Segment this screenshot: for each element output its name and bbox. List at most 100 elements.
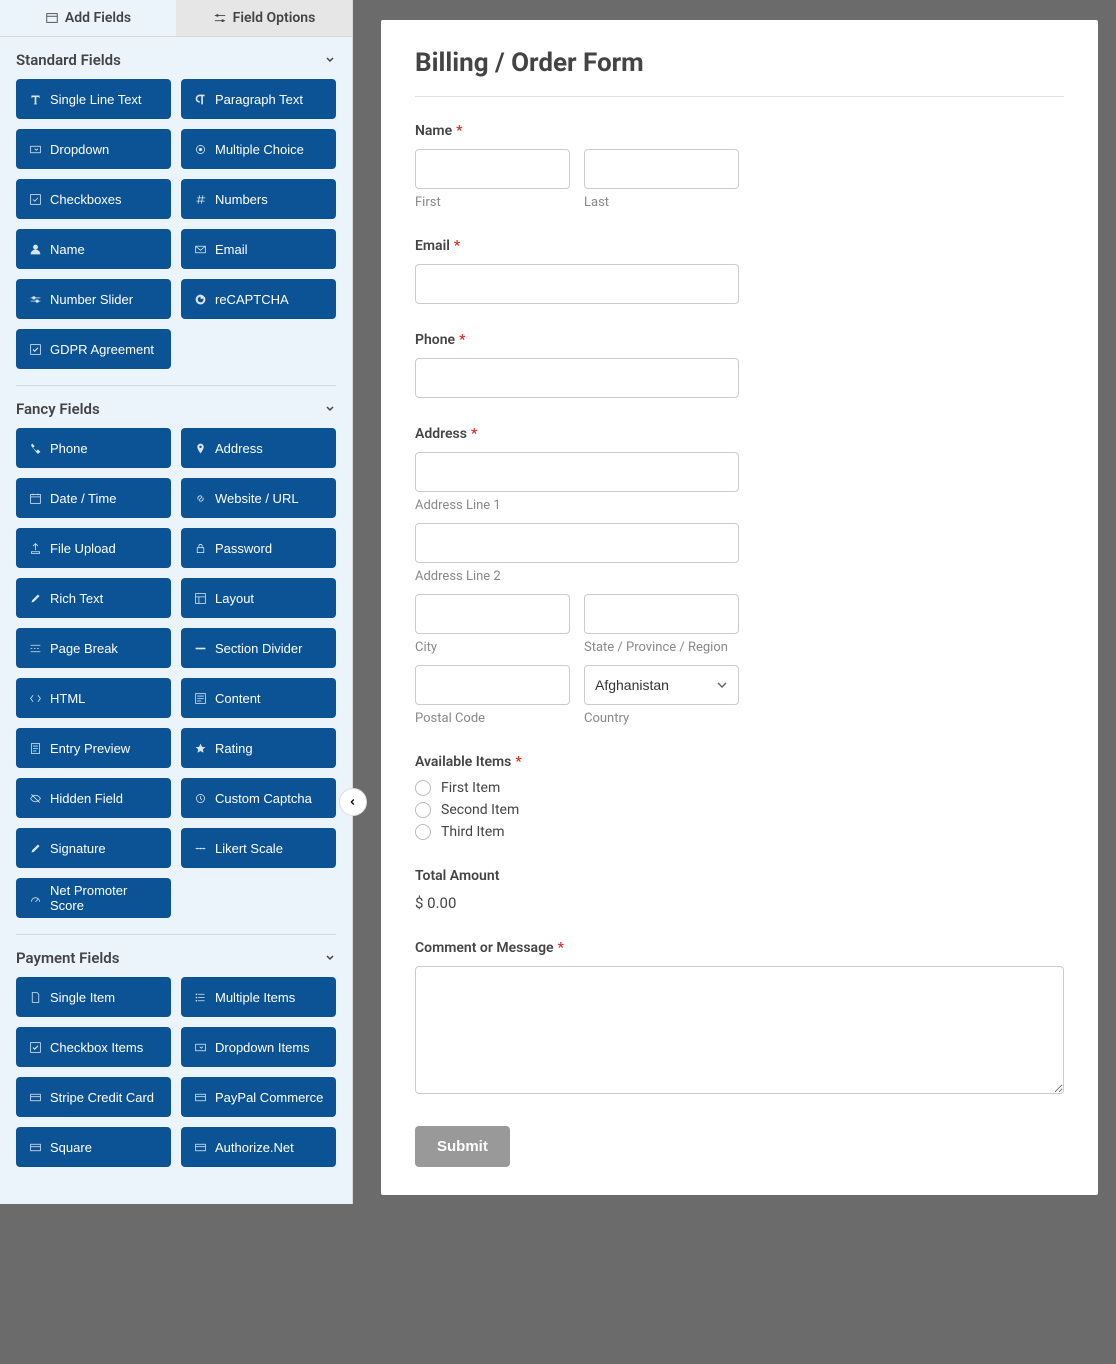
collapse-sidebar-button[interactable] — [339, 788, 367, 816]
section-title: Standard Fields — [16, 51, 121, 69]
field-custom-captcha[interactable]: Custom Captcha — [181, 778, 336, 818]
calendar-icon — [28, 491, 42, 505]
items-radio-group: First Item Second Item Third Item — [415, 780, 1064, 840]
field-hidden-field[interactable]: Hidden Field — [16, 778, 171, 818]
field-label: Square — [50, 1140, 92, 1155]
field-layout[interactable]: Layout — [181, 578, 336, 618]
check-icon — [28, 342, 42, 356]
field-recaptcha[interactable]: reCAPTCHA — [181, 279, 336, 319]
paragraph-icon — [193, 92, 207, 106]
comment-textarea[interactable] — [415, 966, 1064, 1094]
field-email[interactable]: Email — [181, 229, 336, 269]
state-input[interactable] — [584, 594, 739, 634]
section-header-standard[interactable]: Standard Fields — [0, 37, 352, 79]
field-multiple-items[interactable]: Multiple Items — [181, 977, 336, 1017]
field-single-line-text[interactable]: Single Line Text — [16, 79, 171, 119]
email-input[interactable] — [415, 264, 739, 304]
mail-icon — [193, 242, 207, 256]
layout-icon — [193, 591, 207, 605]
email-label: Email* — [415, 238, 1064, 254]
field-checkboxes[interactable]: Checkboxes — [16, 179, 171, 219]
field-html[interactable]: HTML — [16, 678, 171, 718]
form-canvas: Billing / Order Form Name* First Last Em… — [353, 0, 1116, 1204]
phone-input[interactable] — [415, 358, 739, 398]
field-label: Multiple Choice — [215, 142, 304, 157]
field-multiple-choice[interactable]: Multiple Choice — [181, 129, 336, 169]
field-signature[interactable]: Signature — [16, 828, 171, 868]
field-name[interactable]: Name — [16, 229, 171, 269]
lock-icon — [193, 541, 207, 555]
field-paypal[interactable]: PayPal Commerce — [181, 1077, 336, 1117]
radio-icon — [415, 780, 431, 796]
chevron-down-icon — [324, 54, 336, 66]
field-label: Content — [215, 691, 261, 706]
name-label: Name* — [415, 123, 1064, 139]
field-address: Address* Address Line 1 Address Line 2 C… — [415, 426, 1064, 726]
field-section-divider[interactable]: Section Divider — [181, 628, 336, 668]
radio-icon — [415, 824, 431, 840]
field-label: Rating — [215, 741, 253, 756]
chevron-down-icon — [324, 952, 336, 964]
star-icon — [193, 741, 207, 755]
field-numbers[interactable]: Numbers — [181, 179, 336, 219]
last-name-input[interactable] — [584, 149, 739, 189]
field-label: Signature — [50, 841, 106, 856]
radio-item[interactable]: First Item — [415, 780, 1064, 796]
field-email: Email* — [415, 238, 1064, 304]
field-stripe[interactable]: Stripe Credit Card — [16, 1077, 171, 1117]
chevron-left-icon — [348, 797, 358, 807]
postal-input[interactable] — [415, 665, 570, 705]
field-square[interactable]: Square — [16, 1127, 171, 1167]
address-label: Address* — [415, 426, 1064, 442]
field-likert-scale[interactable]: Likert Scale — [181, 828, 336, 868]
card-icon — [28, 1140, 42, 1154]
field-file-upload[interactable]: File Upload — [16, 528, 171, 568]
field-label: GDPR Agreement — [50, 342, 154, 357]
address-line2-input[interactable] — [415, 523, 739, 563]
field-checkbox-items[interactable]: Checkbox Items — [16, 1027, 171, 1067]
submit-button[interactable]: Submit — [415, 1126, 510, 1167]
field-date-time[interactable]: Date / Time — [16, 478, 171, 518]
address-line1-input[interactable] — [415, 452, 739, 492]
section-title: Payment Fields — [16, 949, 119, 967]
google-icon — [193, 292, 207, 306]
field-password[interactable]: Password — [181, 528, 336, 568]
field-label: Hidden Field — [50, 791, 123, 806]
tab-add-fields[interactable]: Add Fields — [0, 0, 176, 36]
field-entry-preview[interactable]: Entry Preview — [16, 728, 171, 768]
link-icon — [193, 491, 207, 505]
field-rating[interactable]: Rating — [181, 728, 336, 768]
city-input[interactable] — [415, 594, 570, 634]
field-rich-text[interactable]: Rich Text — [16, 578, 171, 618]
field-dropdown[interactable]: Dropdown — [16, 129, 171, 169]
tab-field-options[interactable]: Field Options — [176, 0, 352, 36]
field-label: Single Item — [50, 990, 115, 1005]
section-header-fancy[interactable]: Fancy Fields — [0, 386, 352, 428]
field-label: Likert Scale — [215, 841, 283, 856]
chevron-down-icon — [324, 403, 336, 415]
field-content[interactable]: Content — [181, 678, 336, 718]
checkbox-icon — [28, 192, 42, 206]
preview-icon — [28, 741, 42, 755]
field-dropdown-items[interactable]: Dropdown Items — [181, 1027, 336, 1067]
field-paragraph-text[interactable]: Paragraph Text — [181, 79, 336, 119]
section-header-payment[interactable]: Payment Fields — [0, 935, 352, 977]
radio-label: Third Item — [441, 824, 505, 840]
field-gdpr[interactable]: GDPR Agreement — [16, 329, 171, 369]
field-page-break[interactable]: Page Break — [16, 628, 171, 668]
field-net-promoter[interactable]: Net Promoter Score — [16, 878, 171, 918]
field-single-item[interactable]: Single Item — [16, 977, 171, 1017]
pencil-icon — [28, 841, 42, 855]
field-label: Numbers — [215, 192, 268, 207]
field-website-url[interactable]: Website / URL — [181, 478, 336, 518]
country-select[interactable]: Afghanistan — [584, 665, 739, 705]
radio-item[interactable]: Second Item — [415, 802, 1064, 818]
field-number-slider[interactable]: Number Slider — [16, 279, 171, 319]
first-name-input[interactable] — [415, 149, 570, 189]
field-phone[interactable]: Phone — [16, 428, 171, 468]
tab-label: Field Options — [233, 10, 316, 26]
radio-item[interactable]: Third Item — [415, 824, 1064, 840]
field-authorize[interactable]: Authorize.Net — [181, 1127, 336, 1167]
field-address[interactable]: Address — [181, 428, 336, 468]
field-label: Net Promoter Score — [50, 883, 159, 913]
